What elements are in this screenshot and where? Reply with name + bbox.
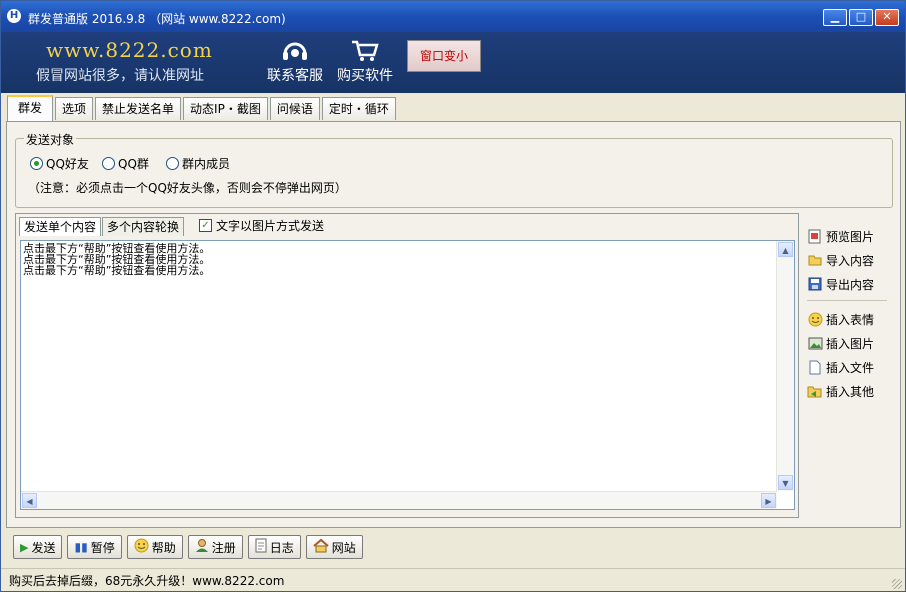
- scroll-down-arrow-icon[interactable]: ▼: [778, 475, 793, 490]
- tab-schedule[interactable]: 定时・循环: [321, 97, 396, 120]
- log-button[interactable]: 日志: [247, 535, 301, 559]
- folder-arrow-icon: [807, 383, 823, 399]
- export-content-label: 导出内容: [826, 277, 875, 292]
- tab-block-list[interactable]: 禁止发送名单: [95, 97, 182, 120]
- send-target-group: 发送对象 QQ好友 QQ群 群内成员 （注意：必须点击一个QQ好友头像，否则会不…: [15, 131, 893, 208]
- mass-send-panel: 发送对象 QQ好友 QQ群 群内成员 （注意：必须点击一个QQ好友头像，否则会不…: [6, 121, 901, 528]
- help-label: 帮助: [151, 540, 176, 555]
- side-divider: [807, 300, 887, 301]
- horizontal-scrollbar[interactable]: ◀ ▶: [21, 491, 777, 509]
- content-box: 发送单个内容 多个内容轮换 ✓ 文字以图片方式发送 点击最下方“帮助”按钮查看使…: [15, 213, 799, 518]
- send-target-title: 发送对象: [24, 131, 77, 148]
- tab-options[interactable]: 选项: [55, 97, 94, 120]
- main-tabs: 群发 选项 禁止发送名单 动态IP・截图 问候语 定时・循环: [7, 95, 398, 121]
- message-line: 点击最下方“帮助”按钮查看使用方法。: [23, 264, 211, 277]
- insert-file-label: 插入文件: [826, 360, 875, 375]
- message-textarea[interactable]: 点击最下方“帮助”按钮查看使用方法。 点击最下方“帮助”按钮查看使用方法。 点击…: [20, 240, 795, 510]
- preview-image-icon: [807, 228, 823, 244]
- window-controls: ▁ □ ✕: [823, 9, 899, 26]
- tab-single-content[interactable]: 发送单个内容: [19, 217, 102, 236]
- tab-multi-content[interactable]: 多个内容轮换: [102, 217, 185, 236]
- radio-group-members-label: 群内成员: [182, 157, 231, 171]
- scroll-up-arrow-icon[interactable]: ▲: [778, 242, 793, 257]
- checkbox-checked: ✓: [199, 219, 212, 232]
- maximize-button[interactable]: □: [849, 9, 873, 26]
- file-icon: [807, 359, 823, 375]
- buy-software-button[interactable]: 购买软件: [330, 38, 400, 85]
- folder-open-icon: [807, 252, 823, 268]
- send-button[interactable]: ▶ 发送: [13, 535, 63, 559]
- status-text: 购买后去掉后缀，68元永久升级！www.8222.com: [9, 574, 285, 588]
- tab-mass-send[interactable]: 群发: [7, 95, 54, 121]
- bottom-toolbar: ▶ 发送 ▮▮ 暂停 帮助 注册 日志 网站: [13, 535, 363, 559]
- message-lines: 点击最下方“帮助”按钮查看使用方法。 点击最下方“帮助”按钮查看使用方法。 点击…: [23, 243, 210, 276]
- send-as-image-label: 文字以图片方式发送: [216, 219, 325, 233]
- radio-qq-groups-label: QQ群: [118, 157, 149, 171]
- import-content-label: 导入内容: [826, 253, 875, 268]
- register-label: 注册: [211, 540, 236, 555]
- banner: www.8222.com 假冒网站很多，请认准网址 联系客服 购买软件 窗口变小: [1, 32, 905, 93]
- headset-icon: [260, 38, 330, 64]
- content-tabs: 发送单个内容 多个内容轮换: [19, 217, 185, 237]
- smiley-icon: [807, 311, 823, 327]
- tab-dynamic-ip[interactable]: 动态IP・截图: [183, 97, 268, 120]
- scroll-left-arrow-icon[interactable]: ◀: [22, 493, 37, 508]
- log-label: 日志: [269, 540, 294, 555]
- preview-image-label: 预览图片: [826, 229, 875, 244]
- scroll-right-arrow-icon[interactable]: ▶: [761, 493, 776, 508]
- preview-image-button[interactable]: 预览图片: [807, 224, 889, 248]
- pause-icon: ▮▮: [74, 540, 88, 554]
- app-icon: H: [7, 9, 21, 23]
- banner-site-url[interactable]: www.8222.com: [46, 38, 213, 62]
- banner-slogan: 假冒网站很多，请认准网址: [36, 68, 204, 84]
- contact-service-label: 联系客服: [267, 68, 323, 84]
- radio-dot-selected: [30, 157, 43, 170]
- radio-qq-friends[interactable]: QQ好友: [30, 155, 89, 172]
- radio-qq-friends-label: QQ好友: [46, 157, 89, 171]
- minimize-button[interactable]: ▁: [823, 9, 847, 26]
- send-as-image-checkbox[interactable]: ✓ 文字以图片方式发送: [199, 217, 324, 234]
- help-button[interactable]: 帮助: [126, 535, 183, 559]
- radio-dot: [102, 157, 115, 170]
- floppy-disk-icon: [807, 276, 823, 292]
- insert-other-button[interactable]: 插入其他: [807, 379, 889, 403]
- import-content-button[interactable]: 导入内容: [807, 248, 889, 272]
- send-target-note: （注意：必须点击一个QQ好友头像，否则会不停弹出网页）: [28, 181, 347, 195]
- insert-image-label: 插入图片: [826, 336, 875, 351]
- buy-software-label: 购买软件: [337, 68, 393, 84]
- main-window: H 群发普通版 2016.9.8 （网站 www.8222.com) ▁ □ ✕…: [0, 0, 906, 592]
- send-label: 发送: [31, 540, 56, 555]
- window-title: 群发普通版 2016.9.8 （网站 www.8222.com): [28, 12, 286, 26]
- help-icon: [134, 538, 149, 556]
- radio-group-members[interactable]: 群内成员: [166, 155, 230, 172]
- insert-emoji-button[interactable]: 插入表情: [807, 307, 889, 331]
- vertical-scrollbar[interactable]: ▲ ▼: [776, 241, 794, 491]
- insert-file-button[interactable]: 插入文件: [807, 355, 889, 379]
- home-icon: [313, 538, 329, 556]
- insert-other-label: 插入其他: [826, 384, 875, 399]
- status-bar: 购买后去掉后缀，68元永久升级！www.8222.com: [1, 568, 905, 591]
- cart-icon: [330, 38, 400, 64]
- pause-label: 暂停: [90, 540, 115, 555]
- close-button[interactable]: ✕: [875, 9, 899, 26]
- user-icon: [195, 538, 209, 556]
- side-actions: 预览图片 导入内容 导出内容 插入表情 插入图片 插入文件 插入其他: [807, 224, 889, 403]
- register-button[interactable]: 注册: [187, 535, 243, 559]
- log-icon: [255, 538, 267, 556]
- export-content-button[interactable]: 导出内容: [807, 272, 889, 296]
- pause-button[interactable]: ▮▮ 暂停: [67, 535, 122, 559]
- title-bar: H 群发普通版 2016.9.8 （网站 www.8222.com) ▁ □ ✕: [1, 1, 905, 32]
- play-icon: ▶: [20, 540, 29, 554]
- website-label: 网站: [331, 540, 356, 555]
- radio-qq-groups[interactable]: QQ群: [102, 155, 149, 172]
- contact-service-button[interactable]: 联系客服: [260, 38, 330, 85]
- shrink-window-button[interactable]: 窗口变小: [407, 40, 481, 72]
- radio-dot: [166, 157, 179, 170]
- picture-icon: [807, 335, 823, 351]
- tab-greetings[interactable]: 问候语: [269, 97, 320, 120]
- insert-emoji-label: 插入表情: [826, 312, 875, 327]
- resize-grip-icon[interactable]: [892, 579, 902, 589]
- insert-image-button[interactable]: 插入图片: [807, 331, 889, 355]
- website-button[interactable]: 网站: [305, 535, 363, 559]
